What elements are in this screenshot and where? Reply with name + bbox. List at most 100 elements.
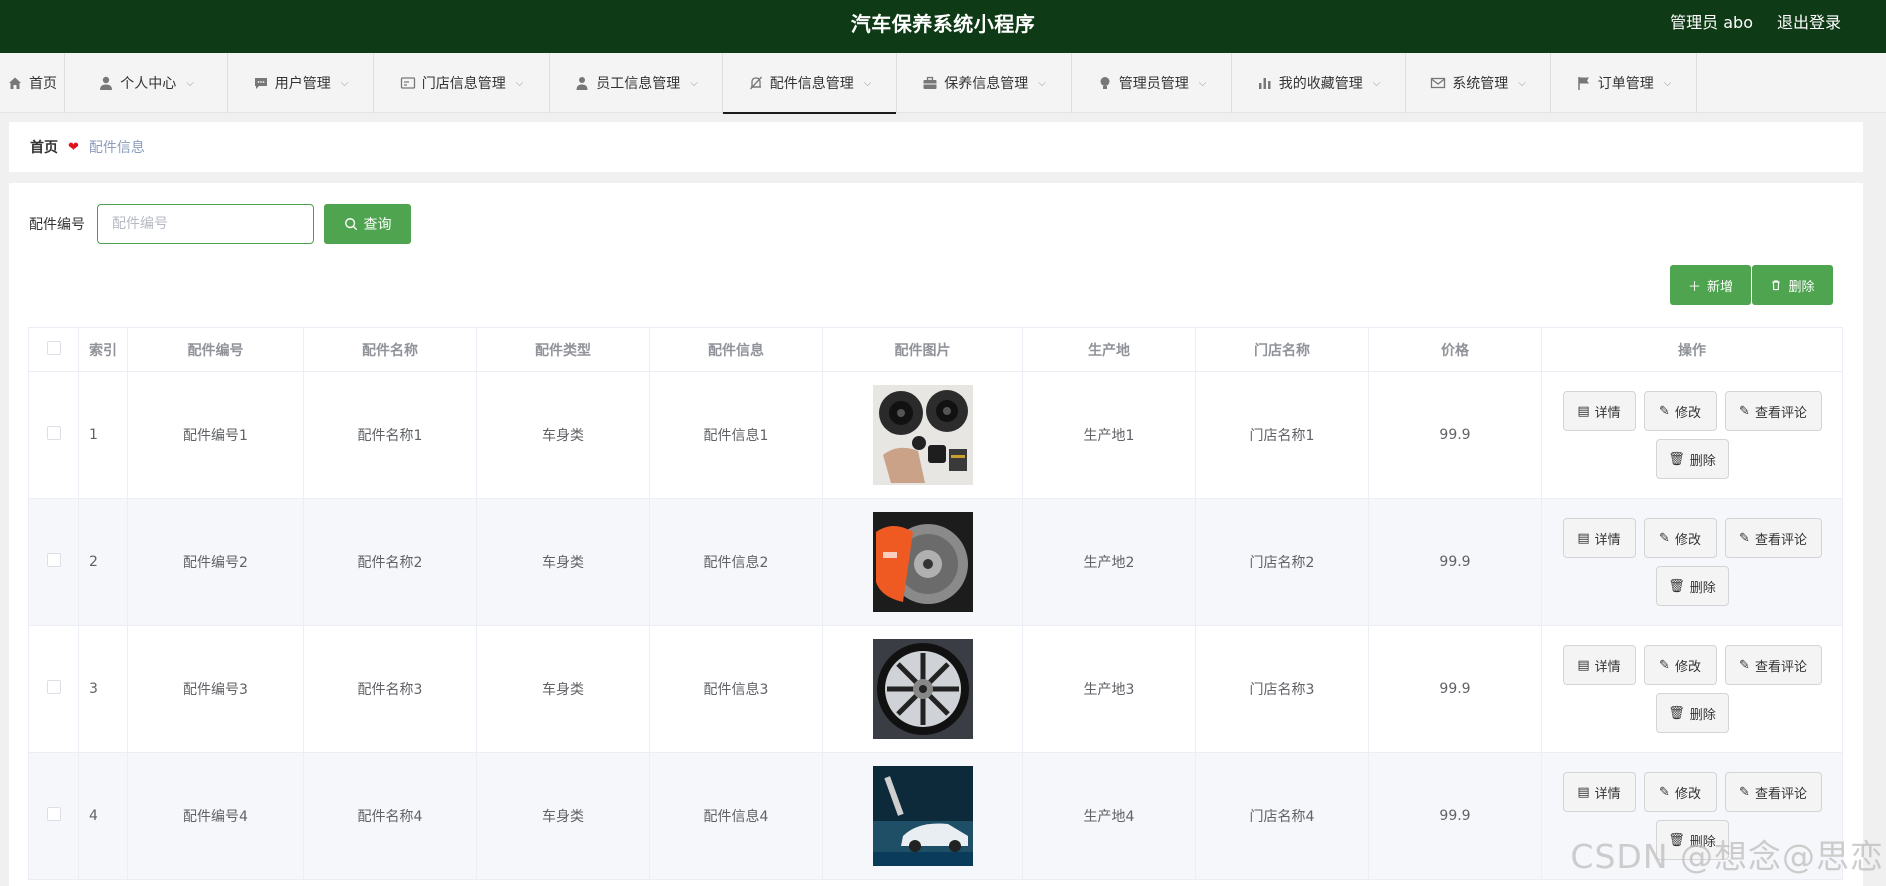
- search-bar: 配件编号 查询: [29, 203, 411, 245]
- column-header: 配件图片: [822, 327, 1023, 372]
- pencil-icon: ✎: [1659, 784, 1670, 800]
- view-reviews-button[interactable]: ✎ 查看评论: [1724, 391, 1822, 431]
- nav-item-admin-management[interactable]: 管理员管理 ⌵: [1072, 53, 1232, 113]
- edit-button[interactable]: ✎ 修改: [1643, 772, 1717, 812]
- detail-button[interactable]: ▤ 详情: [1562, 772, 1636, 812]
- detail-button[interactable]: ▤ 详情: [1562, 518, 1636, 558]
- user-icon: [100, 76, 113, 90]
- search-button-label: 查询: [363, 217, 392, 233]
- nav-item-home[interactable]: 首页: [0, 53, 65, 113]
- chevron-down-icon: ⌵: [690, 77, 698, 89]
- nav-item-store-info[interactable]: 门店信息管理 ⌵: [374, 53, 550, 113]
- row-select-cell[interactable]: [28, 498, 79, 626]
- review-label: 查看评论: [1754, 786, 1807, 802]
- nav-item-label: 我的收藏管理: [1278, 76, 1363, 92]
- price-cell: 99.9: [1368, 625, 1542, 753]
- view-reviews-button[interactable]: ✎ 查看评论: [1724, 645, 1822, 685]
- part-type-cell: 车身类: [476, 625, 650, 753]
- row-select-cell[interactable]: [28, 625, 79, 753]
- store-name-cell: 门店名称4: [1195, 752, 1369, 880]
- nav-item-employee-info[interactable]: 员工信息管理 ⌵: [550, 53, 723, 113]
- search-icon: [344, 218, 357, 231]
- nav-item-parts-info[interactable]: 配件信息管理 ⌵: [723, 53, 897, 114]
- part-name-cell: 配件名称2: [303, 498, 477, 626]
- batch-delete-button[interactable]: 删除: [1752, 265, 1833, 305]
- select-all-cell[interactable]: [28, 327, 79, 372]
- edit-button[interactable]: ✎ 修改: [1643, 391, 1717, 431]
- detail-button[interactable]: ▤ 详情: [1562, 391, 1636, 431]
- price-cell: 99.9: [1368, 371, 1542, 499]
- detail-label: 详情: [1594, 659, 1621, 675]
- nav-item-system[interactable]: 系统管理 ⌵: [1406, 53, 1551, 113]
- main-nav: 首页 个人中心 ⌵ 用户管理 ⌵ 门店信息管理 ⌵ 员工信息管理 ⌵ 配件信息管…: [0, 53, 1886, 114]
- column-header: 价格: [1368, 327, 1542, 372]
- row-checkbox[interactable]: [46, 553, 61, 567]
- nav-item-label: 首页: [29, 76, 57, 92]
- view-reviews-button[interactable]: ✎ 查看评论: [1724, 772, 1822, 812]
- row-checkbox[interactable]: [46, 807, 61, 821]
- view-reviews-button[interactable]: ✎ 查看评论: [1724, 518, 1822, 558]
- edit-label: 修改: [1674, 532, 1701, 548]
- edit-label: 修改: [1674, 786, 1701, 802]
- index-cell: 2: [78, 498, 128, 626]
- breadcrumb: 首页 ❤ 配件信息: [9, 122, 1863, 172]
- row-select-cell[interactable]: [28, 752, 79, 880]
- bulb-icon: [1100, 77, 1110, 89]
- logout-link[interactable]: 退出登录: [1777, 0, 1841, 46]
- nav-item-orders[interactable]: 订单管理 ⌵: [1551, 53, 1697, 113]
- part-info-cell: 配件信息2: [649, 498, 823, 626]
- part-image-cell: [822, 371, 1023, 499]
- price-cell: 99.9: [1368, 752, 1542, 880]
- nav-item-label: 个人中心: [120, 76, 177, 92]
- part-type-cell: 车身类: [476, 371, 650, 499]
- column-header: 配件编号: [127, 327, 304, 372]
- pencil-icon: ✎: [1659, 403, 1670, 419]
- nav-item-personal-center[interactable]: 个人中心 ⌵: [65, 53, 228, 113]
- table-row: 3 配件编号3 配件名称3 车身类 配件信息3 生产地3 门店名称3 99.9 …: [28, 625, 1843, 753]
- search-button[interactable]: 查询: [324, 204, 411, 244]
- origin-cell: 生产地3: [1022, 625, 1196, 753]
- column-header: 索引: [78, 327, 128, 372]
- document-icon: ▤: [1577, 657, 1590, 673]
- mail-icon: [1431, 77, 1446, 89]
- edit-button[interactable]: ✎ 修改: [1643, 645, 1717, 685]
- breadcrumb-home[interactable]: 首页: [30, 137, 58, 157]
- bell-off-icon: [749, 76, 762, 90]
- chevron-down-icon: ⌵: [1372, 77, 1381, 89]
- row-delete-button[interactable]: 🗑 删除: [1655, 693, 1729, 733]
- part-code-cell: 配件编号3: [127, 625, 304, 753]
- store-name-cell: 门店名称1: [1195, 371, 1369, 499]
- review-label: 查看评论: [1754, 659, 1807, 675]
- edit-button[interactable]: ✎ 修改: [1643, 518, 1717, 558]
- nav-item-user-management[interactable]: 用户管理 ⌵: [228, 53, 374, 113]
- delete-label: 删除: [1689, 707, 1716, 723]
- top-header: 汽车保养系统小程序 管理员 abo 退出登录: [0, 0, 1886, 53]
- row-select-cell[interactable]: [28, 371, 79, 499]
- chevron-down-icon: ⌵: [1038, 77, 1046, 89]
- row-checkbox[interactable]: [46, 426, 61, 440]
- store-name-cell: 门店名称2: [1195, 498, 1369, 626]
- nav-item-maintenance-info[interactable]: 保养信息管理 ⌵: [897, 53, 1072, 113]
- spark-plug-ad-image: [872, 766, 973, 866]
- row-delete-button[interactable]: 🗑 删除: [1655, 566, 1729, 606]
- trash-icon: 🗑: [1668, 578, 1685, 594]
- part-name-cell: 配件名称1: [303, 371, 477, 499]
- nav-item-label: 员工信息管理: [596, 76, 681, 92]
- row-delete-button[interactable]: 🗑 删除: [1655, 439, 1729, 479]
- column-header: 门店名称: [1195, 327, 1369, 372]
- nav-item-label: 管理员管理: [1118, 76, 1189, 92]
- nav-item-favorites[interactable]: 我的收藏管理 ⌵: [1232, 53, 1406, 113]
- edit-label: 修改: [1674, 405, 1701, 421]
- select-all-checkbox[interactable]: [46, 340, 61, 355]
- nav-item-label: 系统管理: [1452, 76, 1509, 92]
- part-code-search-input[interactable]: [97, 204, 314, 244]
- detail-button[interactable]: ▤ 详情: [1562, 645, 1636, 685]
- parts-table: 索引 配件编号 配件名称 配件类型 配件信息 配件图片 生产地 门店名称 价格 …: [28, 327, 1843, 880]
- table-header-row: 索引 配件编号 配件名称 配件类型 配件信息 配件图片 生产地 门店名称 价格 …: [28, 327, 1843, 372]
- add-button[interactable]: ＋ 新增: [1670, 265, 1751, 305]
- document-icon: ▤: [1577, 784, 1590, 800]
- column-header: 生产地: [1022, 327, 1196, 372]
- trash-icon: 🗑: [1668, 705, 1685, 721]
- plus-icon: ＋: [1687, 279, 1701, 295]
- row-checkbox[interactable]: [46, 680, 61, 694]
